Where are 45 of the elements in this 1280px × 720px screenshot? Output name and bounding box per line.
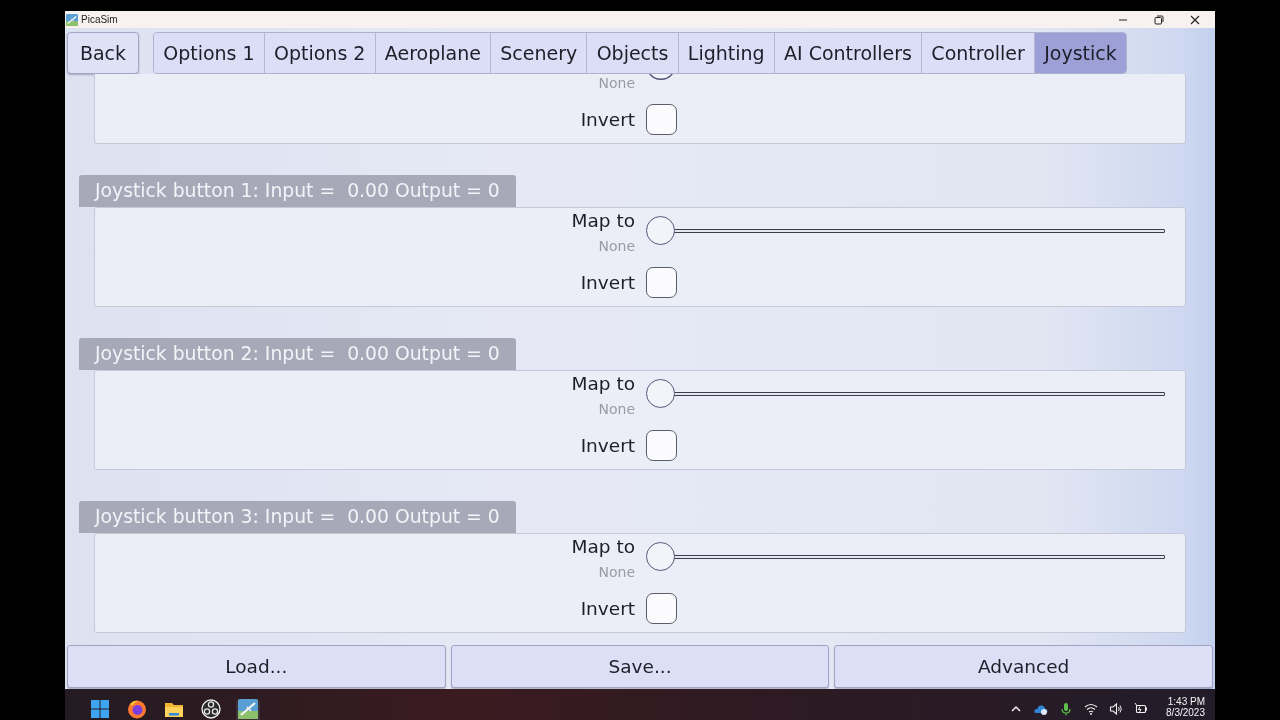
maximize-icon[interactable]: [1154, 14, 1164, 25]
window-title: PicaSim: [81, 14, 118, 25]
clock-date: 8/3/2023: [1166, 707, 1205, 718]
invert-checkbox[interactable]: [646, 430, 677, 461]
globe-icon[interactable]: [126, 699, 147, 719]
slider-track[interactable]: [646, 542, 1165, 572]
map-to-label: Map to: [571, 373, 635, 395]
mapping-value: None: [598, 400, 635, 418]
section-header: Joystick button 2: Input = 0.00 Output = 0: [79, 338, 516, 370]
speaker-icon[interactable]: [1109, 702, 1124, 716]
mapping-value: None: [598, 74, 635, 92]
section-header: Joystick button 1: Input = 0.00 Output = 0: [79, 175, 516, 207]
slider-thumb[interactable]: [646, 542, 675, 571]
mapping-value: None: [598, 563, 635, 581]
cloud-icon[interactable]: [1034, 702, 1049, 716]
map-to-label: Map to: [571, 210, 635, 232]
slider-thumb[interactable]: [646, 216, 675, 245]
clock-time: 1:43 PM: [1167, 696, 1205, 707]
map-to-label: Map to: [571, 536, 635, 558]
close-icon[interactable]: [1190, 14, 1200, 25]
footer-button[interactable]: Load...: [67, 645, 446, 688]
slider-track[interactable]: [646, 216, 1165, 246]
section-header: Joystick button 3: Input = 0.00 Output = 0: [79, 501, 516, 533]
invert-label: Invert: [580, 434, 635, 457]
wifi-icon[interactable]: [1084, 702, 1099, 716]
invert-label: Invert: [580, 271, 635, 294]
footer-button[interactable]: Save...: [450, 645, 830, 688]
invert-label: Invert: [580, 108, 635, 131]
four-squares-icon[interactable]: [89, 699, 110, 719]
footer-button[interactable]: Advanced: [834, 645, 1213, 688]
sky-tile-icon[interactable]: [237, 699, 258, 719]
invert-checkbox[interactable]: [646, 104, 677, 135]
slider-track[interactable]: [646, 379, 1165, 409]
invert-checkbox[interactable]: [646, 593, 677, 624]
back-button[interactable]: Back: [67, 32, 139, 74]
invert-label: Invert: [580, 597, 635, 620]
slider-thumb[interactable]: [649, 74, 673, 81]
invert-checkbox[interactable]: [646, 267, 677, 298]
tab[interactable]: Options 1: [154, 33, 265, 73]
microphone-icon[interactable]: [1059, 702, 1074, 716]
tab[interactable]: Joystick: [1035, 33, 1126, 73]
slider-thumb[interactable]: [646, 379, 675, 408]
mapping-value: None: [598, 237, 635, 255]
battery-icon[interactable]: [1134, 702, 1149, 716]
aperture-icon[interactable]: [200, 699, 221, 719]
